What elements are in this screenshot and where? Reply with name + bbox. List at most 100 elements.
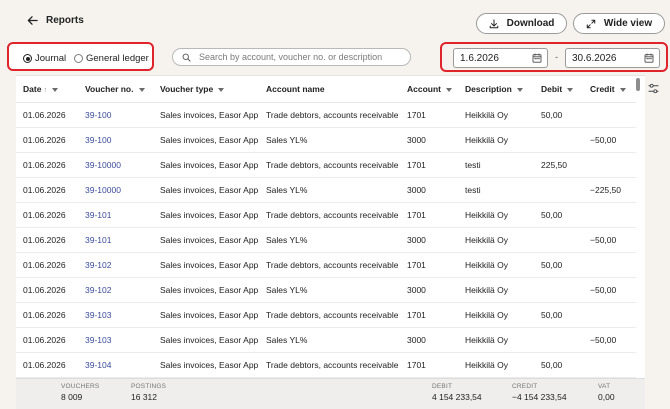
download-button[interactable]: Download [476, 13, 567, 34]
filter-bar: Journal General ledger 1.6.2026 - 30.6.2… [0, 42, 670, 72]
cell-voucher-link[interactable]: 39-102 [78, 277, 153, 303]
cell-voucher-link[interactable]: 39-104 [78, 352, 153, 378]
column-header-date[interactable]: Date ↑ [16, 76, 78, 103]
filter-caret-icon[interactable] [516, 87, 523, 92]
calendar-icon[interactable] [532, 53, 542, 63]
stat-value: −4 154 233,54 [512, 392, 567, 402]
column-settings-icon[interactable] [648, 83, 659, 94]
cell-voucher-type: Sales invoices, Easor App [153, 202, 259, 228]
cell-debit: 50,00 [534, 352, 583, 378]
date-from-field[interactable]: 1.6.2026 [453, 48, 548, 68]
summary-footer: VOUCHERS 8 009 POSTINGS 16 312 DEBIT 4 1… [16, 378, 645, 409]
calendar-icon[interactable] [644, 53, 654, 63]
cell-credit [583, 252, 636, 278]
cell-credit: −225,50 [583, 177, 636, 203]
cell-voucher-type: Sales invoices, Easor App [153, 352, 259, 378]
column-header-account-name[interactable]: Account name [259, 76, 400, 103]
table-row[interactable]: 01.06.2026 39-101 Sales invoices, Easor Ap… [16, 202, 636, 228]
cell-voucher-link[interactable]: 39-100 [78, 127, 153, 153]
stat-label: POSTINGS [131, 383, 167, 390]
cell-voucher-link[interactable]: 39-102 [78, 252, 153, 278]
filter-caret-icon[interactable] [138, 87, 145, 92]
cell-date: 01.06.2026 [16, 327, 78, 353]
cell-voucher-type: Sales invoices, Easor App [153, 127, 259, 153]
filter-caret-icon[interactable] [51, 87, 58, 92]
table-row[interactable]: 01.06.2026 39-102 Sales invoices, Easor Ap… [16, 277, 636, 303]
table-row[interactable]: 01.06.2026 39-100 Sales invoices, Easor Ap… [16, 127, 636, 153]
filter-caret-icon[interactable] [446, 87, 452, 92]
cell-account-name: Trade debtors, accounts receivable [259, 202, 400, 228]
cell-date: 01.06.2026 [16, 127, 78, 153]
cell-description: Heikkilä Oy [458, 202, 534, 228]
cell-date: 01.06.2026 [16, 227, 78, 253]
column-header-voucher-type[interactable]: Voucher type [153, 76, 259, 103]
vat-total-stat: VAT 0,00 [598, 383, 615, 402]
column-header-account[interactable]: Account [400, 76, 458, 103]
cell-date: 01.06.2026 [16, 152, 78, 178]
cell-voucher-link[interactable]: 39-100 [78, 102, 153, 128]
cell-account: 1701 [400, 202, 458, 228]
cell-account: 3000 [400, 327, 458, 353]
cell-credit: −50,00 [583, 227, 636, 253]
column-header-label: Account name [266, 83, 325, 94]
cell-description: Heikkilä Oy [458, 252, 534, 278]
table-row[interactable]: 01.06.2026 39-101 Sales invoices, Easor Ap… [16, 227, 636, 253]
cell-voucher-type: Sales invoices, Easor App [153, 302, 259, 328]
stat-label: DEBIT [432, 383, 453, 390]
cell-description: Heikkilä Oy [458, 127, 534, 153]
cell-debit [534, 227, 583, 253]
cell-debit: 50,00 [534, 202, 583, 228]
table-row[interactable]: 01.06.2026 39-10000 Sales invoices, Easor … [16, 177, 636, 203]
column-header-label: Voucher type [160, 83, 214, 94]
cell-credit [583, 202, 636, 228]
cell-debit: 50,00 [534, 302, 583, 328]
column-header-debit[interactable]: Debit [534, 76, 583, 103]
table-row[interactable]: 01.06.2026 39-102 Sales invoices, Easor Ap… [16, 252, 636, 278]
cell-voucher-link[interactable]: 39-101 [78, 202, 153, 228]
cell-debit: 50,00 [534, 102, 583, 128]
expand-icon [586, 19, 596, 28]
stat-label: CREDIT [512, 383, 538, 390]
debit-total-stat: DEBIT 4 154 233,54 [432, 383, 482, 402]
cell-description: Heikkilä Oy [458, 302, 534, 328]
date-to-field[interactable]: 30.6.2026 [565, 48, 660, 68]
search-input[interactable] [199, 52, 399, 62]
top-bar: Reports Download Wide view [0, 0, 670, 42]
general-ledger-radio[interactable]: General ledger [74, 53, 149, 64]
cell-account-name: Trade debtors, accounts receivable [259, 102, 400, 128]
back-link[interactable]: Reports [27, 15, 84, 26]
table-row[interactable]: 01.06.2026 39-10000 Sales invoices, Easor … [16, 152, 636, 178]
cell-voucher-link[interactable]: 39-101 [78, 227, 153, 253]
download-label: Download [506, 18, 555, 29]
column-header-label: Description [465, 83, 512, 94]
filter-caret-icon[interactable] [218, 87, 225, 92]
table-row[interactable]: 01.06.2026 39-103 Sales invoices, Easor Ap… [16, 327, 636, 353]
cell-description: Heikkilä Oy [458, 102, 534, 128]
scrollbar-thumb[interactable] [636, 78, 640, 91]
table-row[interactable]: 01.06.2026 39-103 Sales invoices, Easor Ap… [16, 302, 636, 328]
cell-voucher-link[interactable]: 39-103 [78, 327, 153, 353]
journal-table: Date ↑ Voucher no. Voucher type Account n… [16, 75, 645, 378]
cell-date: 01.06.2026 [16, 352, 78, 378]
filter-caret-icon[interactable] [619, 87, 626, 92]
cell-date: 01.06.2026 [16, 102, 78, 128]
journal-radio[interactable]: Journal [23, 53, 66, 64]
table-row[interactable]: 01.06.2026 39-104 Sales invoices, Easor Ap… [16, 352, 636, 378]
cell-voucher-link[interactable]: 39-10000 [78, 177, 153, 203]
table-row[interactable]: 01.06.2026 39-100 Sales invoices, Easor Ap… [16, 102, 636, 128]
cell-voucher-link[interactable]: 39-10000 [78, 152, 153, 178]
column-header-description[interactable]: Description [458, 76, 534, 103]
table-scrollbar[interactable] [636, 78, 640, 374]
cell-account-name: Sales YL% [259, 227, 400, 253]
cell-description: Heikkilä Oy [458, 352, 534, 378]
search-box[interactable] [172, 48, 411, 66]
cell-voucher-link[interactable]: 39-103 [78, 302, 153, 328]
wide-view-button[interactable]: Wide view [573, 13, 665, 34]
column-header-voucher[interactable]: Voucher no. [78, 76, 153, 103]
filter-caret-icon[interactable] [567, 87, 574, 92]
cell-description: testi [458, 152, 534, 178]
column-header-credit[interactable]: Credit [583, 76, 636, 103]
cell-debit [534, 277, 583, 303]
cell-account: 1701 [400, 152, 458, 178]
cell-account-name: Trade debtors, accounts receivable [259, 352, 400, 378]
